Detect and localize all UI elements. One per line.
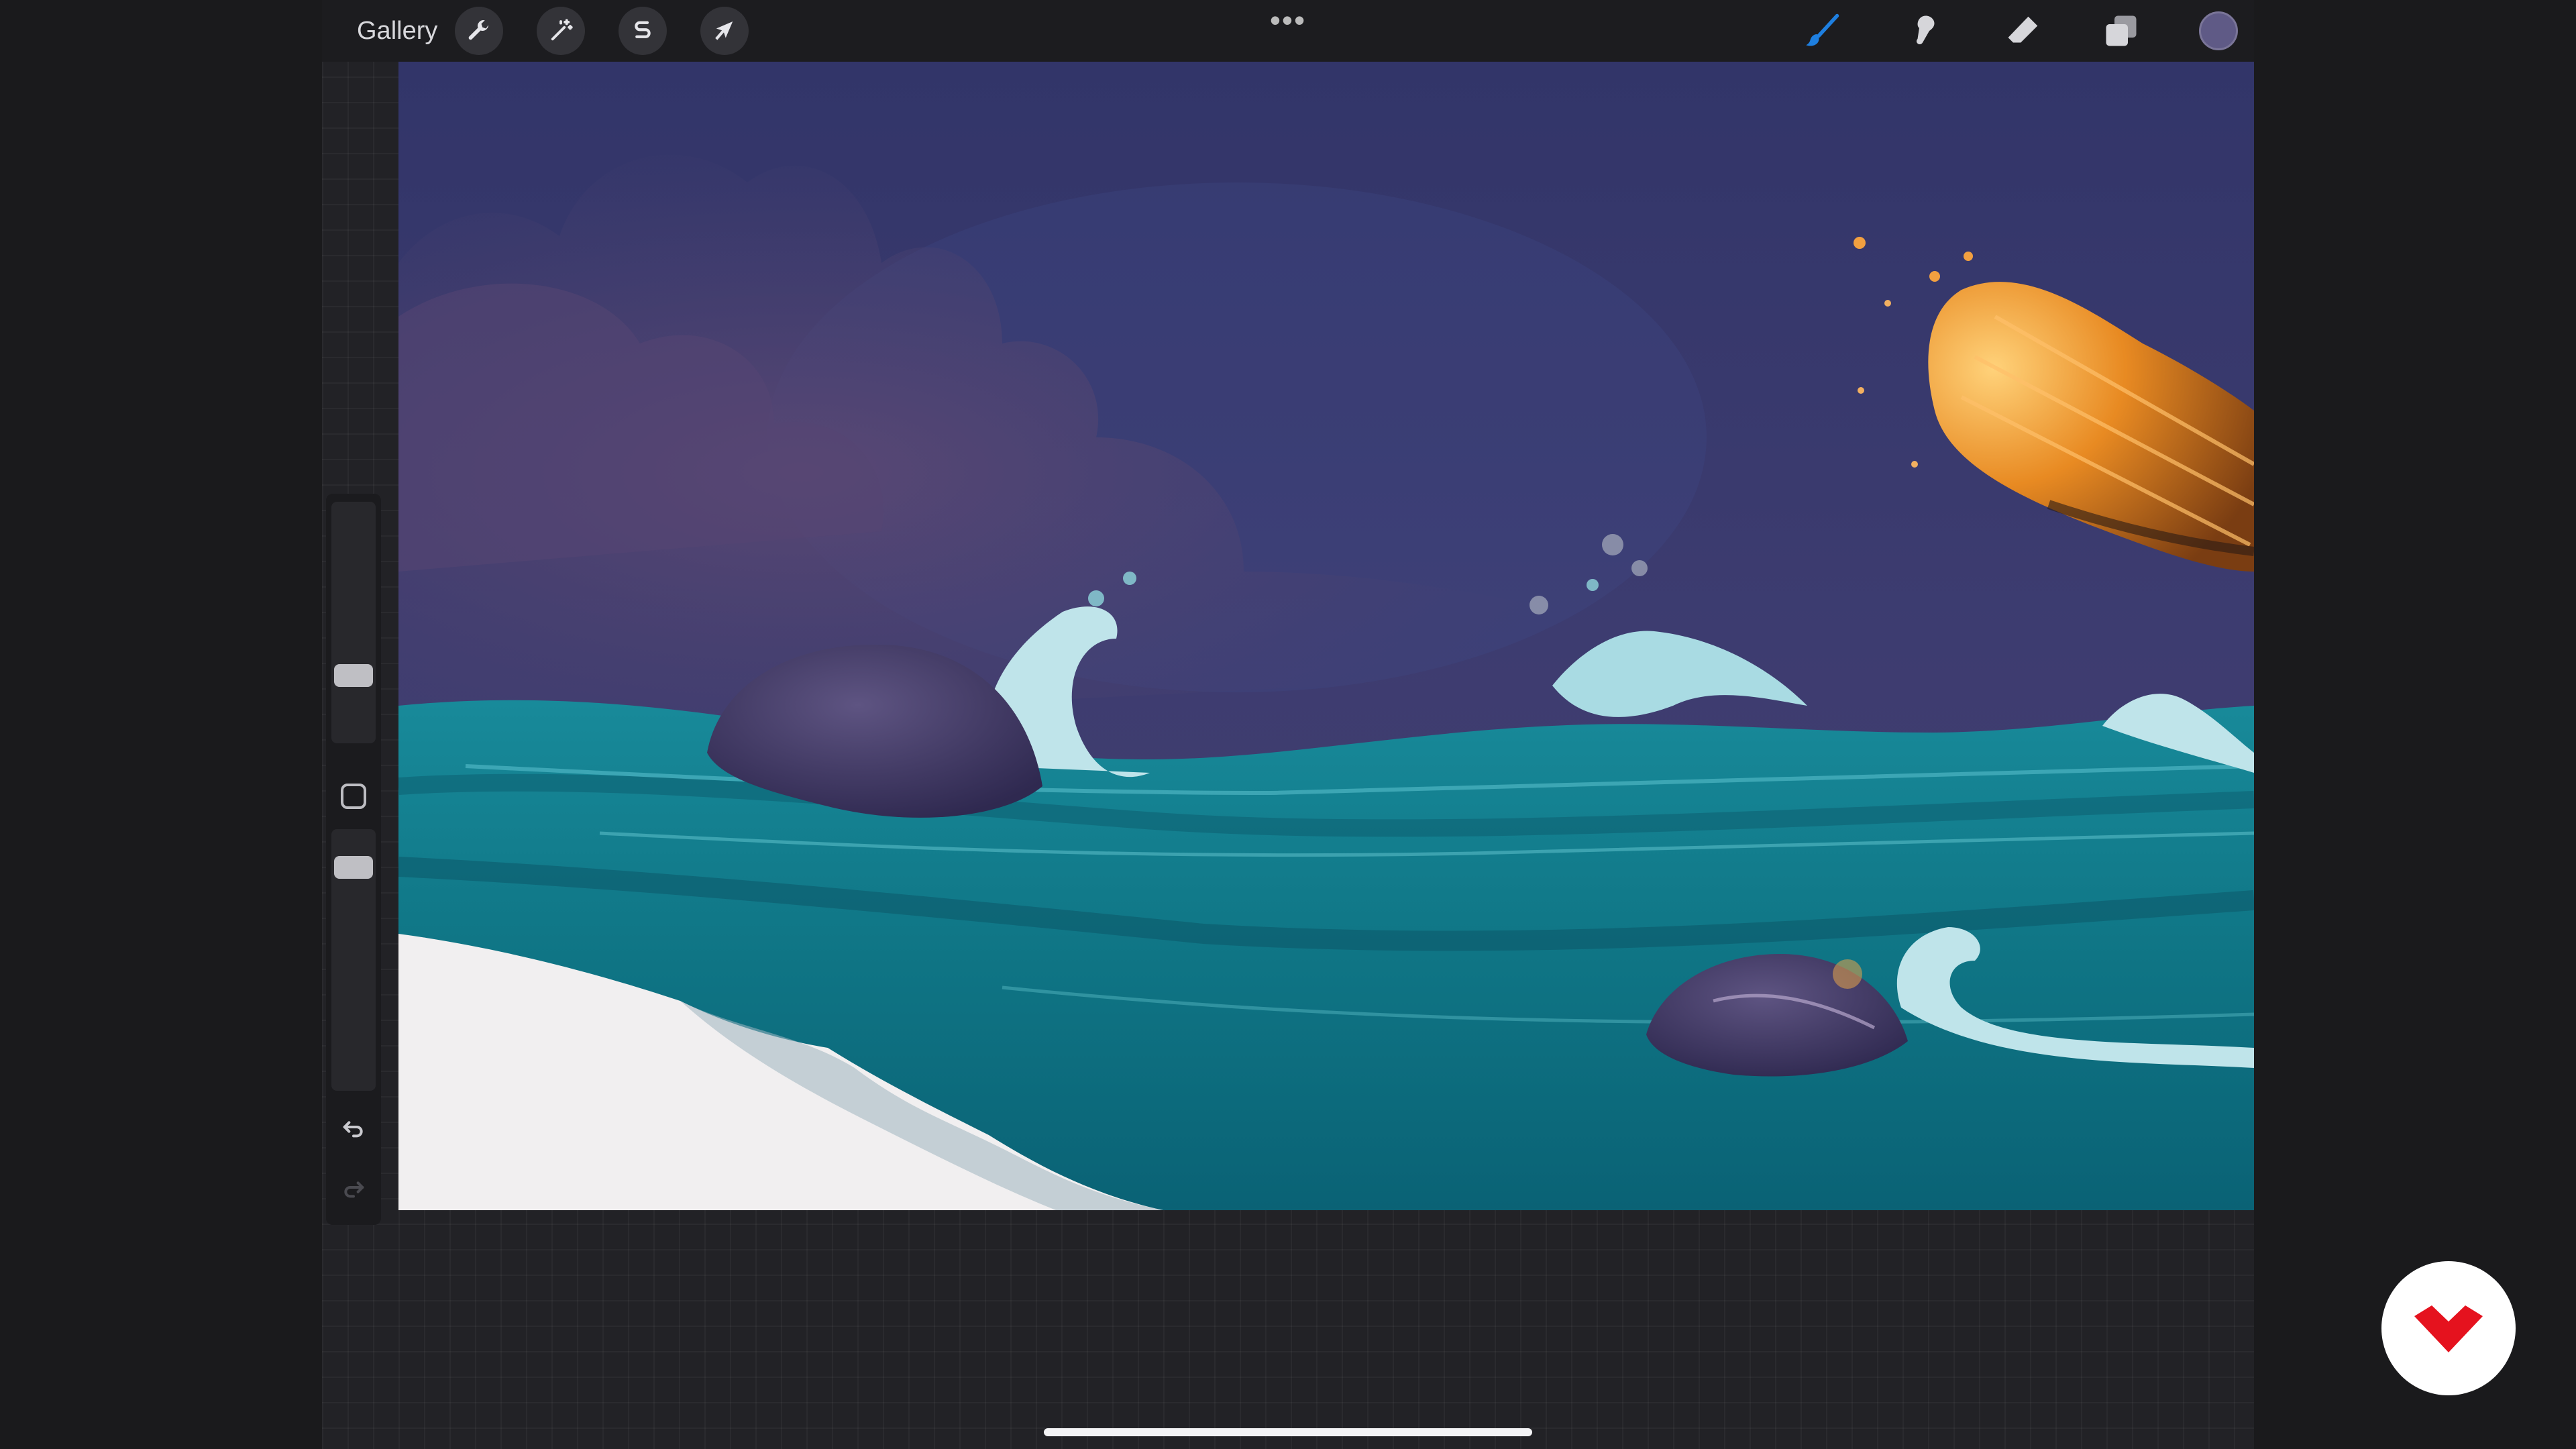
drawing-canvas[interactable] <box>398 62 2254 1210</box>
domestika-logo-icon <box>2414 1305 2483 1352</box>
top-toolbar: Gallery ••• <box>322 0 2254 62</box>
brush-size-slider[interactable] <box>331 502 376 743</box>
opacity-handle[interactable] <box>334 856 373 879</box>
smudge-tool-button[interactable] <box>1896 7 1949 55</box>
eraser-tool-button[interactable] <box>1996 7 2050 55</box>
painting-artwork <box>398 62 2254 1210</box>
gallery-button[interactable]: Gallery <box>346 7 448 55</box>
magic-wand-icon <box>551 19 573 41</box>
smudge-icon <box>1917 15 1935 45</box>
selection-button[interactable] <box>619 7 667 55</box>
redo-button[interactable] <box>338 1175 369 1206</box>
eraser-icon <box>2008 16 2038 43</box>
more-options-button[interactable]: ••• <box>1261 0 1315 44</box>
opacity-slider[interactable] <box>331 829 376 1091</box>
layers-icon <box>2106 15 2137 46</box>
layers-button[interactable] <box>2094 7 2148 55</box>
arrow-cursor-icon <box>715 21 733 40</box>
modify-button[interactable] <box>341 784 366 809</box>
brush-tool-button[interactable] <box>1795 7 1849 55</box>
undo-icon <box>343 1121 363 1138</box>
color-picker-button[interactable] <box>2199 11 2238 50</box>
redo-icon <box>344 1181 364 1198</box>
wrench-icon <box>468 20 488 40</box>
undo-button[interactable] <box>338 1115 369 1146</box>
brush-size-handle[interactable] <box>334 664 373 687</box>
selection-s-icon <box>635 21 651 38</box>
transform-button[interactable] <box>700 7 749 55</box>
brand-watermark <box>2381 1261 2516 1395</box>
adjustments-button[interactable] <box>537 7 585 55</box>
actions-button[interactable] <box>455 7 503 55</box>
brush-icon <box>1806 13 1839 46</box>
left-sidebar <box>326 494 381 1225</box>
home-indicator[interactable] <box>1044 1428 1532 1436</box>
